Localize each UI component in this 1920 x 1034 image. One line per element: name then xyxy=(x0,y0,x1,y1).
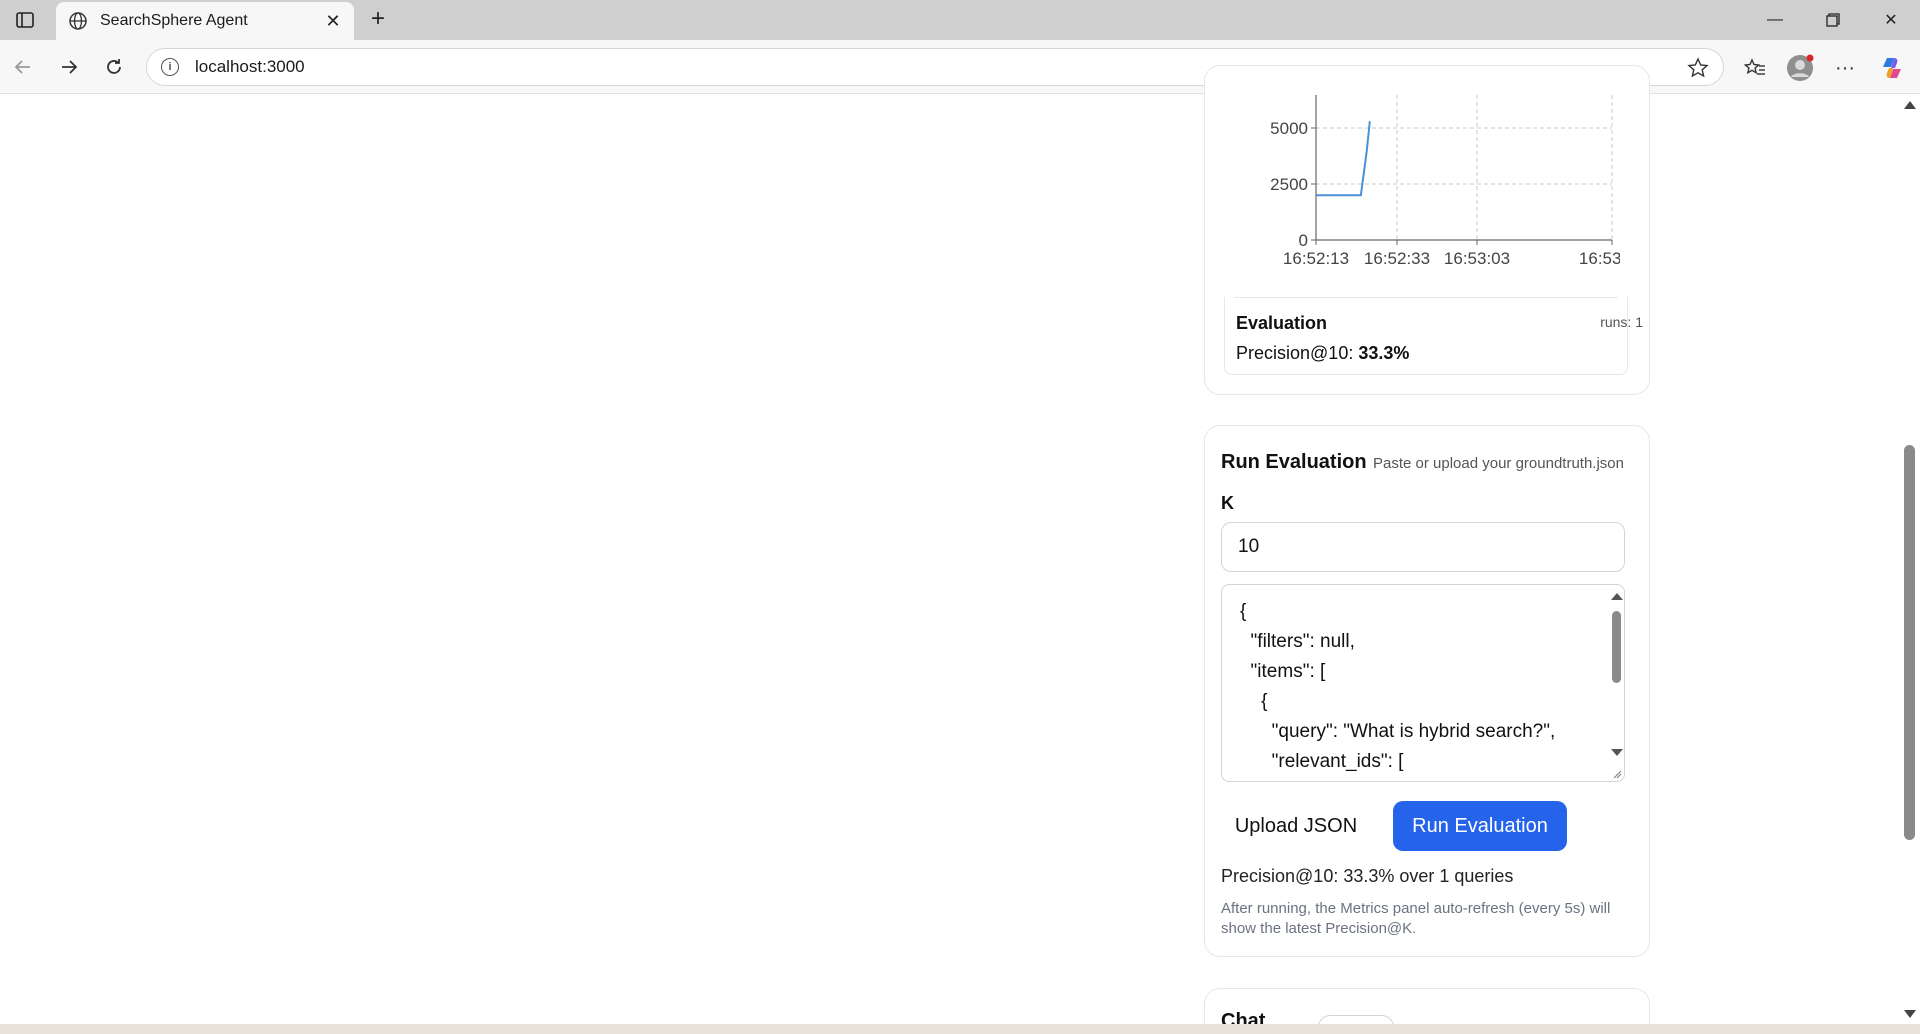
page-scrollbar[interactable] xyxy=(1900,95,1920,1024)
run-evaluation-title: Run Evaluation xyxy=(1221,451,1367,473)
evaluation-runs: runs: 1 xyxy=(1600,314,1643,330)
run-note-text: After running, the Metrics panel auto-re… xyxy=(1221,900,1611,937)
k-label: K xyxy=(1221,493,1234,513)
new-tab-icon[interactable]: + xyxy=(366,7,390,32)
resize-grip-icon[interactable] xyxy=(1612,769,1622,779)
groundtruth-json-textarea[interactable]: { "filters": null, "items": [ { "query":… xyxy=(1221,584,1625,782)
run-evaluation-button[interactable]: Run Evaluation xyxy=(1393,801,1567,851)
browser-tab[interactable]: SearchSphere Agent ✕ xyxy=(56,2,354,40)
close-window-icon[interactable]: ✕ xyxy=(1878,8,1904,32)
browser-tab-bar: SearchSphere Agent ✕ + — ✕ xyxy=(0,0,1920,40)
restore-icon[interactable] xyxy=(1820,8,1846,32)
url-text: localhost:3000 xyxy=(195,57,305,76)
precision-label: Precision@10: xyxy=(1236,343,1354,363)
site-info-icon[interactable]: i xyxy=(161,58,179,76)
run-result-text: Precision@10: 33.3% over 1 queries xyxy=(1221,866,1514,886)
evaluation-title: Evaluation xyxy=(1236,313,1328,333)
favorites-icon[interactable] xyxy=(1741,54,1769,82)
json-line: "relevant_ids": [ xyxy=(1240,751,1404,772)
run-evaluation-subtitle: Paste or upload your groundtruth.json xyxy=(1373,455,1624,472)
tab-actions-icon[interactable] xyxy=(12,8,38,32)
x-tick-label: 16:52:13 xyxy=(1283,249,1349,268)
textarea-scrollbar[interactable] xyxy=(1608,585,1624,781)
profile-avatar-icon[interactable] xyxy=(1786,54,1814,82)
upload-json-button[interactable]: Upload JSON xyxy=(1221,801,1371,851)
y-tick-label: 0 xyxy=(1299,231,1308,250)
more-options-icon[interactable]: ··· xyxy=(1831,54,1859,82)
bottom-strip xyxy=(0,1024,1920,1034)
precision-value: 33.3% xyxy=(1358,343,1410,363)
minimize-icon[interactable]: — xyxy=(1762,8,1788,32)
json-line: "filters": null, xyxy=(1240,631,1355,652)
x-tick-label: 16:53:03 xyxy=(1444,249,1510,268)
json-line: { xyxy=(1240,691,1268,712)
tab-title: SearchSphere Agent xyxy=(100,12,248,29)
scroll-down-icon[interactable] xyxy=(1904,1010,1916,1018)
reload-icon[interactable] xyxy=(101,54,127,80)
y-tick-label: 5000 xyxy=(1270,119,1308,138)
close-tab-icon[interactable]: ✕ xyxy=(324,11,342,31)
scroll-thumb[interactable] xyxy=(1904,445,1915,840)
evaluation-precision: Precision@10: 33.3% xyxy=(1236,343,1409,364)
json-line: { xyxy=(1240,601,1247,622)
globe-icon xyxy=(69,12,87,30)
favorite-star-icon[interactable] xyxy=(1687,57,1709,79)
json-line: "items": [ xyxy=(1240,661,1326,682)
json-line: "query": "What is hybrid search?", xyxy=(1240,721,1556,742)
k-input[interactable] xyxy=(1221,522,1625,572)
back-icon[interactable] xyxy=(10,54,36,80)
y-tick-label: 2500 xyxy=(1270,175,1308,194)
scroll-up-icon[interactable] xyxy=(1904,101,1916,109)
json-content: { "filters": null, "items": [ { "query":… xyxy=(1240,597,1555,777)
forward-icon[interactable] xyxy=(56,54,82,80)
x-tick-label: 16:52:33 xyxy=(1364,249,1430,268)
copilot-icon[interactable] xyxy=(1878,54,1906,82)
x-tick-label: 16:53:52 xyxy=(1579,249,1620,268)
